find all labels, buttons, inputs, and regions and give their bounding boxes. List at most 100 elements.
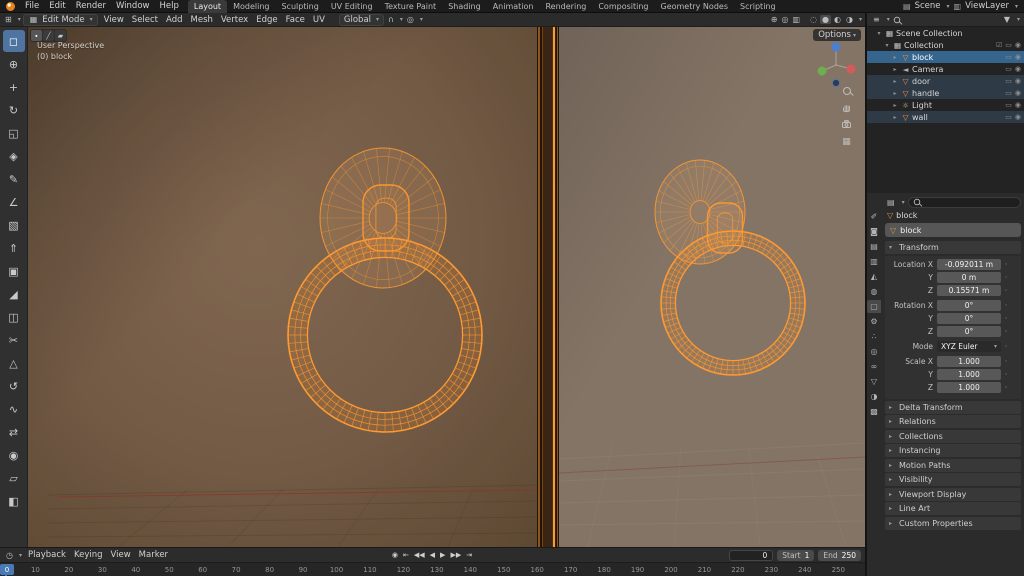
tool-button[interactable]: ▣ bbox=[3, 260, 25, 282]
tool-button[interactable]: ◻ bbox=[3, 30, 25, 52]
decorator-dot-icon[interactable] bbox=[1001, 370, 1011, 379]
workspace-tab[interactable]: Compositing bbox=[592, 0, 654, 13]
viewport-menu[interactable]: UV bbox=[309, 15, 329, 25]
value-field[interactable]: 1.000 bbox=[937, 369, 1001, 380]
hide-viewport-icon[interactable]: ▭ bbox=[1005, 77, 1012, 85]
transport-button[interactable]: ▶ bbox=[440, 551, 445, 559]
disable-render-icon[interactable]: ◉ bbox=[1015, 113, 1021, 121]
filter-icon[interactable]: ▼ bbox=[1002, 15, 1012, 24]
frame-end-field[interactable]: End250 bbox=[818, 550, 861, 561]
decorator-dot-icon[interactable] bbox=[1001, 301, 1011, 310]
snap-magnet-icon[interactable]: ∩ bbox=[386, 15, 396, 24]
collapsed-panel-header[interactable]: ▸ Relations bbox=[885, 415, 1021, 428]
camera-view-icon[interactable] bbox=[840, 119, 853, 130]
navigation-gizmo[interactable] bbox=[808, 35, 864, 91]
tool-button[interactable]: ◱ bbox=[3, 122, 25, 144]
axis-z-handle[interactable] bbox=[832, 43, 841, 52]
viewport-menu[interactable]: View bbox=[100, 15, 128, 25]
timeline-menu[interactable]: Keying bbox=[70, 550, 107, 560]
hide-viewport-icon[interactable]: ▭ bbox=[1005, 89, 1012, 97]
workspace-tab[interactable]: Scripting bbox=[734, 0, 782, 13]
properties-tab[interactable]: ▽ bbox=[867, 375, 881, 388]
pan-hand-icon[interactable] bbox=[840, 102, 853, 113]
tool-button[interactable]: ◢ bbox=[3, 283, 25, 305]
toggle-grid-icon[interactable]: ▦ bbox=[840, 136, 853, 147]
workspace-tab[interactable]: Modeling bbox=[227, 0, 275, 13]
timeline-menu[interactable]: Marker bbox=[135, 550, 172, 560]
outliner-scene-collection[interactable]: ▾ ▦ Scene Collection bbox=[867, 27, 1024, 39]
decorator-dot-icon[interactable] bbox=[1001, 314, 1011, 323]
properties-tab[interactable]: ▤ bbox=[867, 240, 881, 253]
disable-render-icon[interactable]: ◉ bbox=[1015, 77, 1021, 85]
disclosure-arrow[interactable]: ▾ bbox=[875, 30, 883, 37]
hide-viewport-icon[interactable]: ▭ bbox=[1005, 65, 1012, 73]
tool-button[interactable]: ⇄ bbox=[3, 421, 25, 443]
value-field[interactable]: 1.000 bbox=[937, 382, 1001, 393]
collapsed-panel-header[interactable]: ▸ Collections bbox=[885, 430, 1021, 443]
value-field[interactable]: 0° bbox=[937, 313, 1001, 324]
properties-tab[interactable]: ◙ bbox=[867, 225, 881, 238]
tool-button[interactable]: ⊕ bbox=[3, 53, 25, 75]
properties-tab[interactable]: ∞ bbox=[867, 360, 881, 373]
transport-button[interactable]: ⇤ bbox=[403, 551, 409, 559]
disclosure-arrow[interactable]: ▸ bbox=[891, 90, 899, 97]
axis-y-handle[interactable] bbox=[818, 67, 827, 76]
tool-button[interactable]: ↺ bbox=[3, 375, 25, 397]
tool-button[interactable]: ∿ bbox=[3, 398, 25, 420]
value-field[interactable]: 0.15571 m bbox=[937, 285, 1001, 296]
tool-button[interactable]: ↻ bbox=[3, 99, 25, 121]
select-mode-button[interactable]: ╱ bbox=[43, 30, 54, 41]
shading-mode-icon[interactable]: ◑ bbox=[844, 15, 855, 24]
workspace-tab[interactable]: Shading bbox=[442, 0, 487, 13]
viewlayer-selector[interactable]: ViewLayer bbox=[965, 1, 1009, 11]
collapsed-panel-header[interactable]: ▸ Line Art bbox=[885, 502, 1021, 515]
editor-type-icon[interactable]: ≡ bbox=[871, 15, 882, 24]
decorator-dot-icon[interactable] bbox=[1001, 260, 1011, 269]
editor-type-icon[interactable]: ◷ bbox=[4, 551, 15, 560]
current-frame-field[interactable]: 0 bbox=[729, 550, 773, 561]
workspace-tab[interactable]: Geometry Nodes bbox=[655, 0, 734, 13]
properties-tab[interactable]: ◍ bbox=[867, 285, 881, 298]
disable-render-icon[interactable]: ◉ bbox=[1015, 101, 1021, 109]
value-field[interactable]: 0° bbox=[937, 326, 1001, 337]
tool-button[interactable]: ∠ bbox=[3, 191, 25, 213]
orientation-selector[interactable]: Global ▾ bbox=[339, 14, 384, 26]
hide-viewport-icon[interactable]: ▭ bbox=[1005, 41, 1012, 49]
tool-button[interactable]: ✎ bbox=[3, 168, 25, 190]
collapsed-panel-header[interactable]: ▸ Motion Paths bbox=[885, 459, 1021, 472]
timeline-ruler[interactable]: 0102030405060708090100110120130140150160… bbox=[0, 562, 865, 576]
topbar-menu[interactable]: Help bbox=[154, 1, 183, 11]
viewport-canvas[interactable]: User Perspective (0) block ∙╱▰ Options ▾… bbox=[28, 27, 865, 547]
shading-mode-icon[interactable]: ◐ bbox=[832, 15, 843, 24]
properties-search-input[interactable] bbox=[908, 197, 1021, 208]
properties-tab[interactable]: ◎ bbox=[867, 345, 881, 358]
viewport-menu[interactable]: Add bbox=[162, 15, 186, 25]
viewport-toggle-icon[interactable]: ◎ bbox=[780, 15, 791, 24]
decorator-dot-icon[interactable] bbox=[1001, 342, 1011, 351]
disclosure-arrow[interactable]: ▸ bbox=[891, 114, 899, 121]
viewport-menu[interactable]: Vertex bbox=[217, 15, 252, 25]
disclosure-arrow[interactable]: ▸ bbox=[891, 66, 899, 73]
transform-panel-header[interactable]: ▾ Transform bbox=[885, 241, 1021, 254]
proportional-edit-icon[interactable]: ◎ bbox=[405, 15, 416, 24]
zoom-icon[interactable] bbox=[840, 85, 853, 96]
topbar-menu[interactable]: File bbox=[20, 1, 44, 11]
properties-tab[interactable]: ◭ bbox=[867, 270, 881, 283]
outliner-item[interactable]: ▸ ☼ Light ▭ ◉ bbox=[867, 99, 1024, 111]
editor-type-icon[interactable]: ⊞ bbox=[3, 15, 14, 24]
transport-button[interactable]: ◀◀ bbox=[414, 551, 425, 559]
disclosure-arrow[interactable]: ▸ bbox=[891, 78, 899, 85]
tool-button[interactable]: ◧ bbox=[3, 490, 25, 512]
workspace-tab[interactable]: Animation bbox=[487, 0, 540, 13]
blender-logo-icon[interactable] bbox=[6, 2, 15, 11]
disclosure-arrow[interactable]: ▸ bbox=[891, 102, 899, 109]
scene-selector[interactable]: Scene bbox=[915, 1, 941, 11]
collapsed-panel-header[interactable]: ▸ Viewport Display bbox=[885, 488, 1021, 501]
hide-viewport-icon[interactable]: ▭ bbox=[1005, 53, 1012, 61]
tool-button[interactable]: ▧ bbox=[3, 214, 25, 236]
collapsed-panel-header[interactable]: ▸ Visibility bbox=[885, 473, 1021, 486]
axis-z-neg-handle[interactable] bbox=[832, 79, 839, 86]
value-field[interactable]: XYZ Euler bbox=[937, 341, 1001, 352]
value-field[interactable]: 0° bbox=[937, 300, 1001, 311]
select-mode-button[interactable]: ▰ bbox=[55, 30, 66, 41]
